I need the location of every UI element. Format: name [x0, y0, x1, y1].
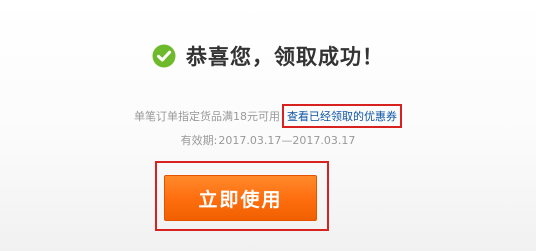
coupon-success-page: 恭喜您，领取成功！ 单笔订单指定货品满18元可用 查看已经领取的优惠券 有效期:… [0, 0, 536, 251]
use-now-button[interactable]: 立即使用 [164, 175, 317, 221]
success-header: 恭喜您，领取成功！ [0, 38, 536, 74]
coupon-condition-row: 单笔订单指定货品满18元可用 查看已经领取的优惠券 [0, 104, 536, 128]
validity-row: 有效期: 2017.03.17—2017.03.17 [0, 131, 536, 149]
validity-range: 2017.03.17—2017.03.17 [218, 133, 356, 147]
check-circle-icon [152, 44, 176, 68]
success-title: 恭喜您，领取成功！ [186, 45, 384, 69]
view-claimed-coupons-link[interactable]: 查看已经领取的优惠券 [282, 104, 402, 128]
validity-label: 有效期: [180, 134, 218, 147]
coupon-condition-text: 单笔订单指定货品满18元可用 [134, 110, 280, 123]
